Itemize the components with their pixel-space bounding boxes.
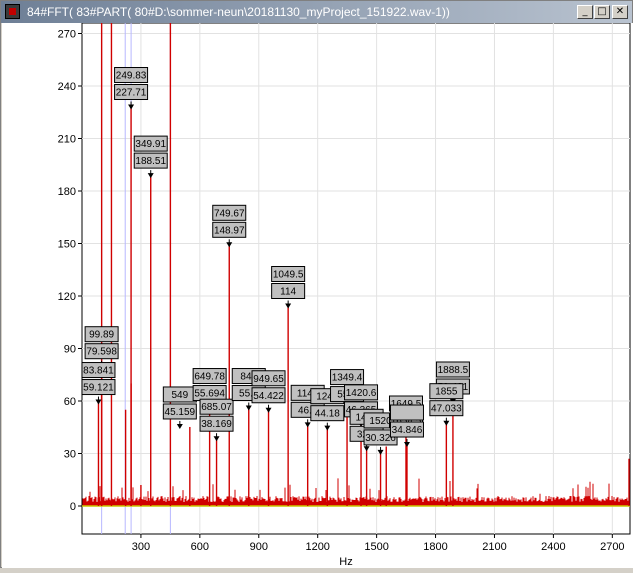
annotation-text: 44.18 (315, 409, 340, 420)
annotation-text: 188.51 (135, 156, 166, 167)
annotation-text: 99.89 (89, 330, 114, 341)
annotation-text: 59.121 (83, 383, 114, 394)
annotation-text: 1349.4 (332, 373, 363, 384)
x-tick-label: 1200 (305, 541, 329, 553)
x-tick-label: 2400 (541, 541, 565, 553)
annotation-text: 79.598 (86, 347, 117, 358)
y-tick-label: 30 (64, 449, 76, 461)
x-tick-label: 2700 (600, 541, 624, 553)
annotation-text: 749.67 (214, 208, 245, 219)
fft-window: 84#FFT( 83#PART( 80#D:\sommer-neun\20181… (0, 0, 633, 568)
fft-chart: 0 30 60 90 120 150 180 210 240 270 300 600 900 1200 15… (58, 22, 631, 568)
annotation-text: 83.841 (83, 366, 114, 377)
annotation-text: 685.07 (201, 402, 232, 413)
annotation-text: 349.91 (135, 139, 166, 150)
minimize-button[interactable]: _ (577, 5, 593, 19)
annotation-text: 148.97 (214, 225, 245, 236)
annotation-text: 1888.5 (438, 365, 469, 376)
y-tick-label: 240 (58, 81, 76, 93)
maximize-button[interactable]: □ (594, 5, 610, 19)
x-axis-label: Hz (339, 556, 352, 568)
y-tick-label: 180 (58, 186, 76, 198)
annotation-text: 1049.5 (273, 270, 304, 281)
annotation-text: 549 (171, 390, 188, 401)
annotation-text: 1855 (435, 387, 458, 398)
x-tick-label: 1500 (364, 541, 388, 553)
x-tick-label: 1800 (423, 541, 447, 553)
y-tick-label: 270 (58, 29, 76, 41)
annotation-text: 47.033 (431, 404, 462, 415)
annotation-box (389, 404, 424, 421)
x-tick-label: 600 (191, 541, 209, 553)
plot-frame (81, 22, 631, 535)
annotation-text: 249.83 (116, 71, 147, 82)
annotation-text: 38.169 (201, 419, 232, 430)
plot-area: 0 30 60 90 120 150 180 210 240 270 300 600 900 1200 15… (2, 22, 633, 568)
app-icon[interactable] (5, 4, 20, 19)
x-tick-label: 2100 (482, 541, 506, 553)
window-title: 84#FFT( 83#PART( 80#D:\sommer-neun\20181… (27, 5, 450, 19)
annotation-text: 114 (280, 287, 296, 298)
title-bar[interactable]: 84#FFT( 83#PART( 80#D:\sommer-neun\20181… (1, 1, 632, 23)
annotation-text: 1420.6 (346, 388, 377, 399)
y-tick-label: 120 (58, 291, 76, 303)
annotation-text: 949.65 (253, 374, 284, 385)
annotation-text: 45.159 (165, 407, 196, 418)
y-tick-label: 150 (58, 239, 76, 251)
annotation-text: 649.78 (194, 372, 225, 383)
annotation-text: 55.694 (194, 389, 225, 400)
annotation-text: 54.422 (253, 391, 284, 402)
y-tick-label: 0 (70, 501, 76, 513)
annotation-text: 34.846 (392, 425, 423, 436)
annotation-text: 1520 (369, 416, 392, 427)
x-tick-label: 300 (132, 541, 150, 553)
x-tick-label: 900 (250, 541, 268, 553)
y-tick-label: 90 (64, 344, 76, 356)
close-button[interactable]: ✕ (612, 5, 628, 19)
y-tick-label: 210 (58, 134, 76, 146)
annotation-text: 227.71 (116, 88, 147, 99)
y-tick-label: 60 (64, 396, 76, 408)
